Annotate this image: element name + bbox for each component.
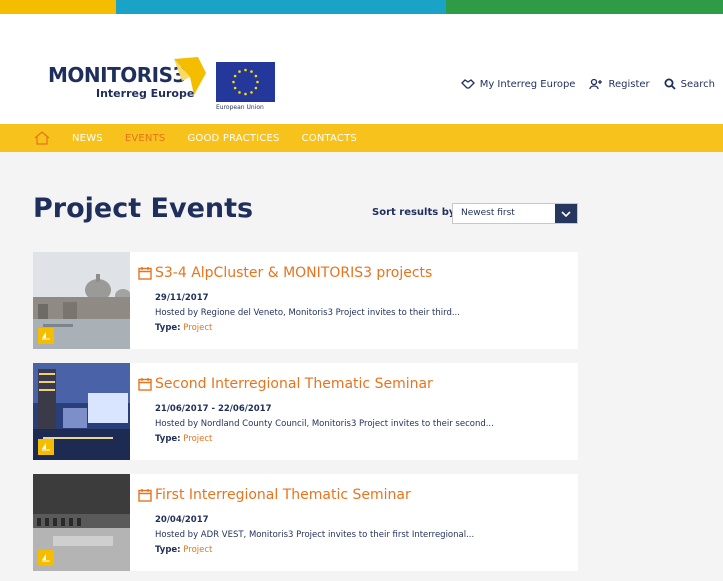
site-header: MONITORIS3 Interreg Europe European Unio… — [0, 14, 723, 124]
nav-item-news[interactable]: NEWS — [72, 133, 103, 144]
color-bar-blue — [116, 0, 446, 14]
event-category-badge — [38, 328, 54, 344]
logo-flag-icon — [174, 57, 206, 95]
calendar-icon — [138, 378, 152, 391]
top-links: My Interreg Europe Register Search — [447, 78, 715, 90]
nav-item-events[interactable]: EVENTS — [125, 133, 166, 144]
chevron-down-icon — [561, 210, 571, 217]
event-type-value[interactable]: Project — [183, 323, 212, 333]
sailboat-icon — [42, 554, 50, 562]
home-icon — [34, 131, 50, 145]
event-date: 29/11/2017 — [155, 293, 209, 303]
event-title-link[interactable]: First Interregional Thematic Seminar — [138, 487, 411, 503]
event-date: 21/06/2017 - 22/06/2017 — [155, 404, 272, 414]
site-logo[interactable]: MONITORIS3 Interreg Europe — [48, 63, 194, 100]
search-link[interactable]: Search — [664, 78, 715, 90]
event-type-value[interactable]: Project — [183, 434, 212, 444]
main-navigation: NEWS EVENTS GOOD PRACTICES CONTACTS — [0, 124, 723, 152]
handshake-icon — [460, 79, 475, 89]
event-type-value[interactable]: Project — [183, 545, 212, 555]
event-description: Hosted by Regione del Veneto, Monitoris3… — [155, 308, 460, 318]
event-card[interactable]: S3-4 AlpCluster & MONITORIS3 projects 29… — [33, 252, 578, 349]
event-title-link[interactable]: Second Interregional Thematic Seminar — [138, 376, 433, 392]
eu-logo: European Union — [216, 62, 275, 114]
event-thumbnail[interactable] — [33, 252, 130, 349]
add-user-icon — [589, 78, 603, 90]
event-date: 20/04/2017 — [155, 515, 209, 525]
calendar-icon — [138, 489, 152, 502]
register-link[interactable]: Register — [589, 78, 650, 90]
event-description: Hosted by Nordland County Council, Monit… — [155, 419, 494, 429]
event-type: Type: Project — [155, 323, 213, 333]
nav-item-good-practices[interactable]: GOOD PRACTICES — [187, 133, 279, 144]
event-description: Hosted by ADR VEST, Monitoris3 Project i… — [155, 530, 475, 540]
eu-label: European Union — [216, 104, 264, 111]
eu-flag-icon — [216, 62, 275, 102]
sort-label: Sort results by — [372, 207, 456, 218]
search-icon — [664, 78, 676, 90]
sort-dropdown-button[interactable] — [555, 204, 577, 223]
event-thumbnail[interactable] — [33, 474, 130, 571]
event-category-badge — [38, 550, 54, 566]
event-category-badge — [38, 439, 54, 455]
event-thumbnail[interactable] — [33, 363, 130, 460]
sort-select[interactable]: Newest first — [452, 203, 578, 224]
sailboat-icon — [42, 443, 50, 451]
event-card[interactable]: First Interregional Thematic Seminar 20/… — [33, 474, 578, 571]
event-type: Type: Project — [155, 545, 213, 555]
event-card[interactable]: Second Interregional Thematic Seminar 21… — [33, 363, 578, 460]
top-color-bar — [0, 0, 723, 14]
my-interreg-europe-link[interactable]: My Interreg Europe — [460, 78, 575, 90]
nav-item-contacts[interactable]: CONTACTS — [302, 133, 357, 144]
color-bar-yellow — [0, 0, 116, 14]
home-button[interactable] — [34, 130, 50, 146]
sort-select-value: Newest first — [461, 208, 515, 218]
page-title: Project Events — [33, 193, 254, 224]
sailboat-icon — [42, 332, 50, 340]
logo-text: MONITORIS3 — [48, 63, 186, 87]
color-bar-green — [446, 0, 723, 14]
event-type: Type: Project — [155, 434, 213, 444]
calendar-icon — [138, 267, 152, 280]
event-title-link[interactable]: S3-4 AlpCluster & MONITORIS3 projects — [138, 265, 432, 281]
